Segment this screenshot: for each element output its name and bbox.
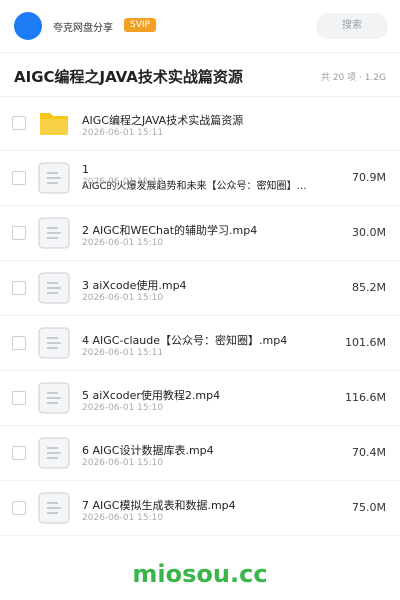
item-size: 101.6M: [345, 336, 386, 349]
file-row[interactable]: 2 AIGC和WEChat的辅助学习.mp4 2026-06-01 15:10 30…: [0, 206, 400, 261]
item-date: 2026-06-01 15:10: [82, 238, 164, 248]
row-checkbox[interactable]: [12, 226, 26, 240]
file-icon: [38, 382, 70, 414]
title-bar: AIGC编程之JAVA技术实战篇资源 共 20 项 · 1.2G: [0, 53, 400, 97]
item-name: 2 AIGC和WEChat的辅助学习.mp4: [82, 224, 258, 237]
row-checkbox[interactable]: [12, 446, 26, 460]
item-size: 85.2M: [352, 281, 386, 294]
item-name: 4 AIGC-claude【公众号：密知圈】.mp4: [82, 334, 288, 347]
row-checkbox[interactable]: [12, 336, 26, 350]
item-date: 2026-06-01 15:10: [82, 458, 164, 468]
file-list: AIGC编程之JAVA技术实战篇资源 2026-06-01 15:11 1 AIGC的…: [0, 96, 400, 536]
file-icon: [38, 492, 70, 524]
app-name: 夸克网盘分享: [53, 23, 113, 34]
folder-row[interactable]: AIGC编程之JAVA技术实战篇资源 2026-06-01 15:11: [0, 96, 400, 151]
file-row[interactable]: 6 AIGC设计数据库表.mp4 2026-06-01 15:10 70.4M: [0, 426, 400, 481]
item-date: 2026-06-01 15:10: [82, 403, 164, 413]
file-row[interactable]: 1 AIGC的火爆发展趋势和未来【公众号：密知圈】… 2026-06-01 15:1…: [0, 151, 400, 206]
page-title: AIGC编程之JAVA技术实战篇资源: [14, 68, 243, 86]
file-icon: [38, 437, 70, 469]
item-size: 116.6M: [345, 391, 386, 404]
row-checkbox[interactable]: [12, 171, 26, 185]
row-checkbox[interactable]: [12, 501, 26, 515]
item-date: 2026-06-01 15:11: [82, 348, 164, 358]
item-size: 75.0M: [352, 501, 386, 514]
item-date: 2026-06-01 15:10: [82, 177, 164, 187]
search-input[interactable]: 搜索: [316, 13, 388, 39]
item-date: 2026-06-01 15:10: [82, 293, 164, 303]
row-checkbox[interactable]: [12, 116, 26, 130]
item-date: 2026-06-01 15:10: [82, 513, 164, 523]
item-name: 6 AIGC设计数据库表.mp4: [82, 444, 214, 457]
file-icon: [38, 217, 70, 249]
folder-icon: [38, 107, 70, 139]
file-row[interactable]: 4 AIGC-claude【公众号：密知圈】.mp4 2026-06-01 15:…: [0, 316, 400, 371]
item-name: 3 aiXcode使用.mp4: [82, 279, 187, 292]
svip-badge: SVIP: [124, 18, 156, 32]
item-name: 7 AIGC模拟生成表和数据.mp4: [82, 499, 236, 512]
file-row[interactable]: 7 AIGC模拟生成表和数据.mp4 2026-06-01 15:10 75.0M: [0, 481, 400, 536]
item-name: 1: [82, 163, 89, 176]
file-icon: [38, 162, 70, 194]
folder-meta: 共 20 项 · 1.2G: [320, 73, 386, 83]
file-icon: [38, 272, 70, 304]
row-checkbox[interactable]: [12, 391, 26, 405]
header: 夸克网盘分享 SVIP 搜索: [0, 0, 400, 53]
row-checkbox[interactable]: [12, 281, 26, 295]
avatar[interactable]: [14, 12, 42, 40]
item-size: 70.4M: [352, 446, 386, 459]
file-icon: [38, 327, 70, 359]
item-size: 70.9M: [352, 171, 386, 184]
file-row[interactable]: 3 aiXcode使用.mp4 2026-06-01 15:10 85.2M: [0, 261, 400, 316]
item-name: 5 aiXcoder使用教程2.mp4: [82, 389, 221, 402]
item-size: 30.0M: [352, 226, 386, 239]
file-row[interactable]: 5 aiXcoder使用教程2.mp4 2026-06-01 15:10 116.6…: [0, 371, 400, 426]
item-date: 2026-06-01 15:11: [82, 128, 164, 138]
item-name: AIGC编程之JAVA技术实战篇资源: [82, 114, 244, 127]
footer-watermark: miosou.cc: [132, 560, 268, 588]
